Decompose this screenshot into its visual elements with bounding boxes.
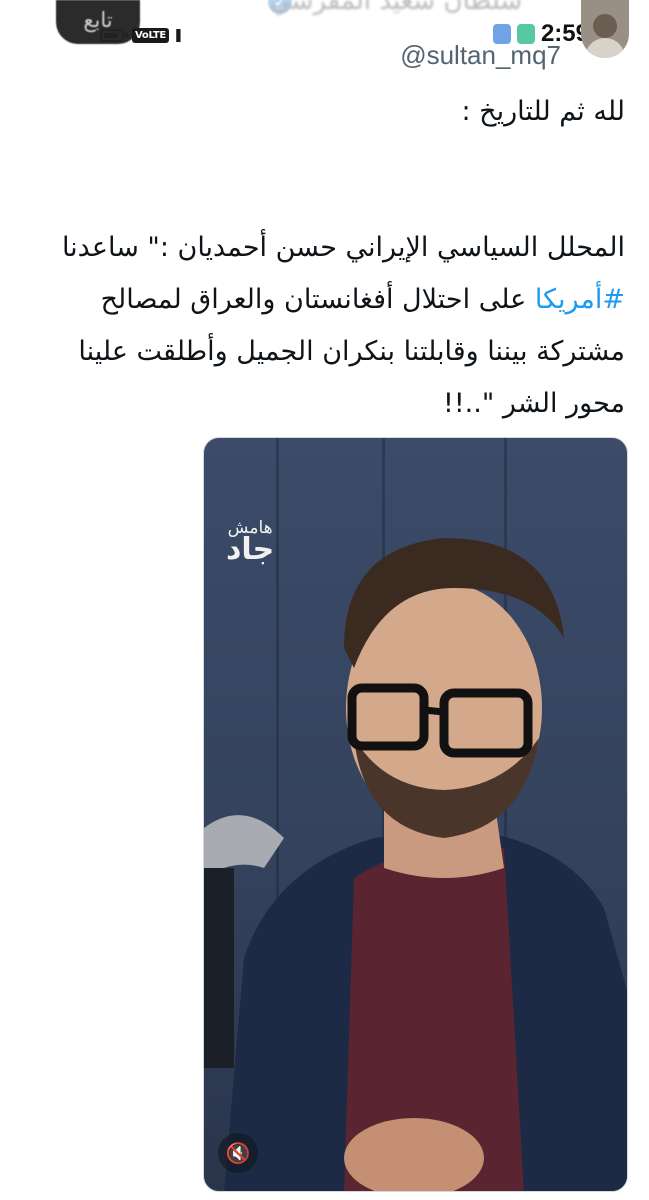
tweet-line-2-text: على احتلال أفغانستان والعراق لمصالح <box>100 284 535 315</box>
top-bar: تابع VoLTE ❚ ✓ سلطان سعيد المقرشي 2:59 @… <box>0 0 649 80</box>
battery-tip-icon <box>125 32 128 38</box>
network-badge: VoLTE <box>132 27 169 43</box>
tweet-line-4: محور الشر "..!! <box>443 388 625 419</box>
tweet-screen: تابع VoLTE ❚ ✓ سلطان سعيد المقرشي 2:59 @… <box>0 0 649 1200</box>
author-handle[interactable]: @sultan_mq7 <box>400 40 561 71</box>
tweet-line-2: #أمريكا على احتلال أفغانستان والعراق لمص… <box>24 274 625 326</box>
tweet-line-intro: لله ثم للتاريخ : <box>461 96 626 127</box>
channel-logo: هامش جاد <box>226 520 274 565</box>
tweet-line-1: المحلل السياسي الإيراني حسن أحمديان :" س… <box>61 232 625 263</box>
logo-line-2: جاد <box>226 532 275 567</box>
author-name[interactable]: سلطان سعيد المقرشي <box>270 0 522 16</box>
video-player[interactable]: هامش جاد 🔇 <box>203 437 628 1192</box>
battery-icon <box>100 28 124 42</box>
vibrate-icon: ❚ <box>172 27 184 43</box>
avatar[interactable] <box>581 0 629 58</box>
status-indicators: VoLTE ❚ <box>100 24 184 46</box>
tweet-text: لله ثم للتاريخ : المحلل السياسي الإيراني… <box>24 86 625 430</box>
tweet-line-3: مشتركة بيننا وقابلتنا بنكران الجميل وأطل… <box>78 336 625 367</box>
hashtag-link[interactable]: #أمريكا <box>535 284 625 315</box>
speaker-muted-icon[interactable]: 🔇 <box>218 1133 258 1173</box>
